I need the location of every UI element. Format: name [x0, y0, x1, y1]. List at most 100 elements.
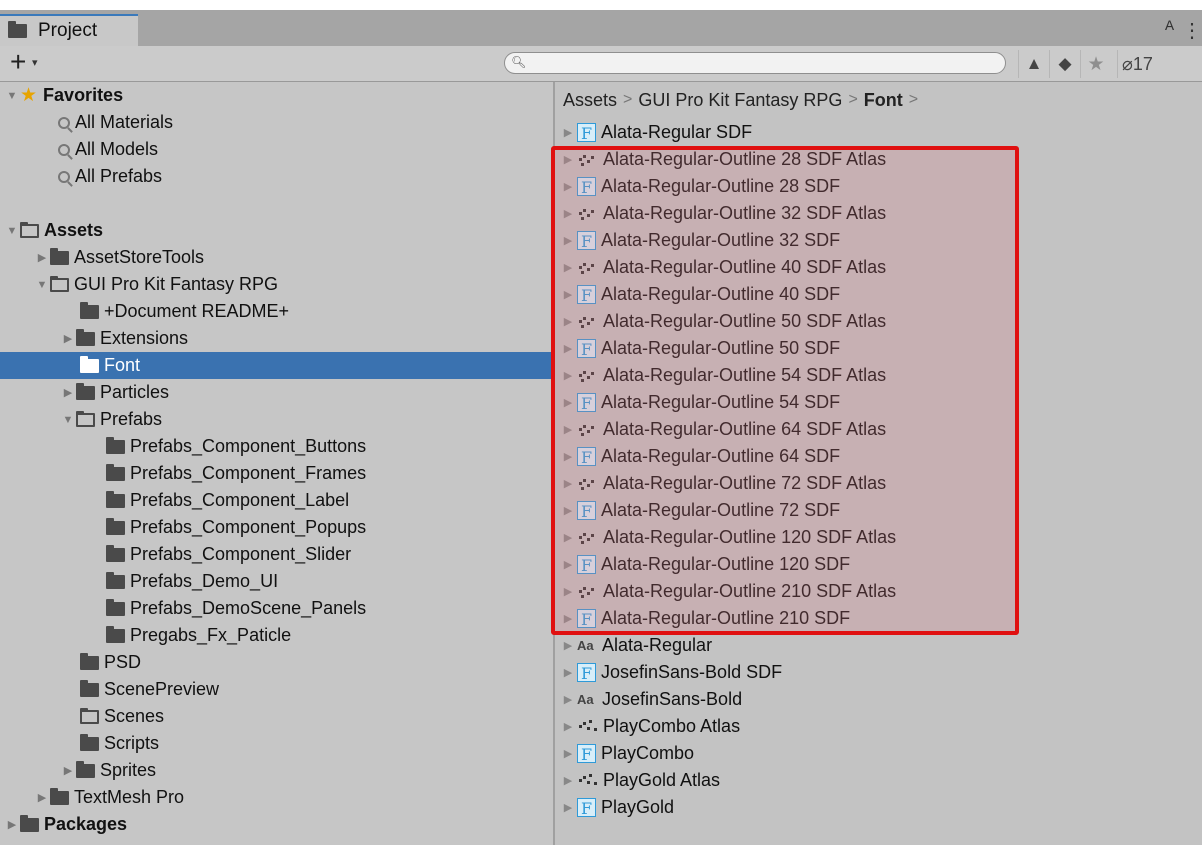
expand-arrow-icon[interactable]: ▶	[559, 666, 577, 679]
expand-arrow-icon[interactable]: ▶	[559, 369, 577, 382]
file-item[interactable]: ▶ Alata-Regular-Outline 72 SDF Atlas	[555, 470, 1202, 497]
file-item[interactable]: ▶ F Alata-Regular-Outline 64 SDF	[555, 443, 1202, 470]
expand-arrow-icon[interactable]: ▶	[4, 818, 20, 831]
file-item[interactable]: ▶ F PlayGold	[555, 794, 1202, 821]
tree-item-prefab-child[interactable]: Prefabs_Demo_UI	[0, 568, 553, 595]
label-tag-icon[interactable]: ◆	[1049, 50, 1080, 78]
expand-arrow-icon[interactable]: ▶	[559, 207, 577, 220]
expand-arrow-icon[interactable]: ▶	[559, 126, 577, 139]
file-item[interactable]: ▶ F Alata-Regular-Outline 210 SDF	[555, 605, 1202, 632]
file-item[interactable]: ▶ PlayGold Atlas	[555, 767, 1202, 794]
tree-item-prefab-child[interactable]: Prefabs_Component_Frames	[0, 460, 553, 487]
expand-arrow-icon[interactable]: ▶	[559, 774, 577, 787]
menu-icon[interactable]: ⋮	[1182, 18, 1202, 43]
file-item[interactable]: ▶ F Alata-Regular-Outline 50 SDF	[555, 335, 1202, 362]
create-button[interactable]: +	[10, 46, 26, 78]
tab-project[interactable]: Project	[0, 14, 138, 46]
expand-arrow-icon[interactable]: ▶	[34, 791, 50, 804]
search-by-type-icon[interactable]: ▲	[1018, 50, 1049, 78]
expand-arrow-icon[interactable]: ▶	[559, 747, 577, 760]
file-item[interactable]: ▶ PlayCombo Atlas	[555, 713, 1202, 740]
expand-arrow-icon[interactable]: ▼	[4, 90, 20, 102]
file-item[interactable]: ▶ Alata-Regular-Outline 54 SDF Atlas	[555, 362, 1202, 389]
chevron-down-icon[interactable]: ▾	[32, 56, 38, 69]
tree-item-prefab-child[interactable]: Prefabs_Component_Slider	[0, 541, 553, 568]
expand-arrow-icon[interactable]: ▶	[559, 423, 577, 436]
tree-item-all-models[interactable]: All Models	[0, 136, 553, 163]
tree-item-all-materials[interactable]: All Materials	[0, 109, 553, 136]
tree-item-prefab-child[interactable]: Prefabs_DemoScene_Panels	[0, 595, 553, 622]
expand-arrow-icon[interactable]: ▼	[4, 225, 20, 237]
breadcrumb-separator[interactable]: >	[909, 91, 918, 109]
file-item[interactable]: ▶ Alata-Regular-Outline 28 SDF Atlas	[555, 146, 1202, 173]
expand-arrow-icon[interactable]: ▶	[559, 693, 577, 706]
file-item[interactable]: ▶ Aa Alata-Regular	[555, 632, 1202, 659]
file-item[interactable]: ▶ Alata-Regular-Outline 210 SDF Atlas	[555, 578, 1202, 605]
file-item[interactable]: ▶ F Alata-Regular-Outline 32 SDF	[555, 227, 1202, 254]
file-item[interactable]: ▶ F JosefinSans-Bold SDF	[555, 659, 1202, 686]
expand-arrow-icon[interactable]: ▶	[559, 153, 577, 166]
favorite-star-icon[interactable]: ★	[1080, 50, 1111, 78]
expand-arrow-icon[interactable]: ▶	[559, 801, 577, 814]
lock-icon[interactable]: ᴬ	[1165, 18, 1174, 43]
search-input[interactable]: 🔍︎	[504, 52, 1006, 74]
tree-item-prefab-child[interactable]: Prefabs_Component_Popups	[0, 514, 553, 541]
expand-arrow-icon[interactable]: ▶	[559, 180, 577, 193]
hidden-packages-toggle[interactable]: ⌀ 17	[1117, 50, 1153, 78]
file-item[interactable]: ▶ Alata-Regular-Outline 40 SDF Atlas	[555, 254, 1202, 281]
expand-arrow-icon[interactable]: ▼	[34, 279, 50, 291]
file-item[interactable]: ▶ F PlayCombo	[555, 740, 1202, 767]
tree-item-gui-pro-kit[interactable]: ▼ GUI Pro Kit Fantasy RPG	[0, 271, 553, 298]
tree-item-scripts[interactable]: Scripts	[0, 730, 553, 757]
file-item[interactable]: ▶ F Alata-Regular-Outline 54 SDF	[555, 389, 1202, 416]
expand-arrow-icon[interactable]: ▶	[60, 764, 76, 777]
tree-item-prefabs[interactable]: ▼ Prefabs	[0, 406, 553, 433]
file-item[interactable]: ▶ F Alata-Regular-Outline 40 SDF	[555, 281, 1202, 308]
tree-item-packages[interactable]: ▶ Packages	[0, 811, 553, 838]
expand-arrow-icon[interactable]: ▶	[559, 720, 577, 733]
expand-arrow-icon[interactable]: ▶	[559, 396, 577, 409]
tree-item-textmesh-pro[interactable]: ▶ TextMesh Pro	[0, 784, 553, 811]
tree-item-scenepreview[interactable]: ScenePreview	[0, 676, 553, 703]
expand-arrow-icon[interactable]: ▶	[559, 450, 577, 463]
file-item[interactable]: ▶ Alata-Regular-Outline 120 SDF Atlas	[555, 524, 1202, 551]
tree-item-favorites[interactable]: ▼ ★ Favorites	[0, 82, 553, 109]
expand-arrow-icon[interactable]: ▶	[559, 288, 577, 301]
tree-item-prefab-child[interactable]: Prefabs_Component_Label	[0, 487, 553, 514]
expand-arrow-icon[interactable]: ▶	[559, 612, 577, 625]
expand-arrow-icon[interactable]: ▶	[60, 332, 76, 345]
expand-arrow-icon[interactable]: ▶	[60, 386, 76, 399]
tree-item-assetstoretools[interactable]: ▶ AssetStoreTools	[0, 244, 553, 271]
expand-arrow-icon[interactable]: ▶	[559, 558, 577, 571]
file-item[interactable]: ▶ Alata-Regular-Outline 32 SDF Atlas	[555, 200, 1202, 227]
tree-item-psd[interactable]: PSD	[0, 649, 553, 676]
tree-item-particles[interactable]: ▶ Particles	[0, 379, 553, 406]
tree-item-sprites[interactable]: ▶ Sprites	[0, 757, 553, 784]
expand-arrow-icon[interactable]: ▶	[559, 504, 577, 517]
file-item[interactable]: ▶ F Alata-Regular-Outline 120 SDF	[555, 551, 1202, 578]
tree-item-font[interactable]: Font	[0, 352, 553, 379]
expand-arrow-icon[interactable]: ▶	[559, 639, 577, 652]
tree-item-extensions[interactable]: ▶ Extensions	[0, 325, 553, 352]
tree-item-assets[interactable]: ▼ Assets	[0, 217, 553, 244]
expand-arrow-icon[interactable]: ▶	[559, 477, 577, 490]
tree-item-readme[interactable]: +Document README+	[0, 298, 553, 325]
expand-arrow-icon[interactable]: ▶	[34, 251, 50, 264]
expand-arrow-icon[interactable]: ▶	[559, 531, 577, 544]
file-item[interactable]: ▶ F Alata-Regular-Outline 28 SDF	[555, 173, 1202, 200]
breadcrumb-item[interactable]: GUI Pro Kit Fantasy RPG	[638, 90, 842, 111]
expand-arrow-icon[interactable]: ▶	[559, 315, 577, 328]
tree-item-prefab-child[interactable]: Prefabs_Component_Buttons	[0, 433, 553, 460]
expand-arrow-icon[interactable]: ▶	[559, 585, 577, 598]
expand-arrow-icon[interactable]: ▶	[559, 234, 577, 247]
tree-item-prefab-child[interactable]: Pregabs_Fx_Paticle	[0, 622, 553, 649]
breadcrumb-item[interactable]: Assets	[563, 90, 617, 111]
file-item[interactable]: ▶ F Alata-Regular-Outline 72 SDF	[555, 497, 1202, 524]
expand-arrow-icon[interactable]: ▶	[559, 261, 577, 274]
breadcrumb-item-current[interactable]: Font	[864, 90, 903, 111]
file-item[interactable]: ▶ Aa JosefinSans-Bold	[555, 686, 1202, 713]
tree-item-scenes[interactable]: Scenes	[0, 703, 553, 730]
file-item[interactable]: ▶ Alata-Regular-Outline 64 SDF Atlas	[555, 416, 1202, 443]
expand-arrow-icon[interactable]: ▶	[559, 342, 577, 355]
tree-item-all-prefabs[interactable]: All Prefabs	[0, 163, 553, 190]
